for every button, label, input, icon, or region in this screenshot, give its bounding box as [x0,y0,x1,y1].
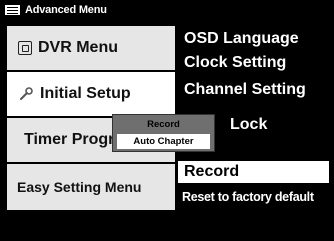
window-title: Advanced Menu [25,4,107,16]
popup-item-auto-chapter[interactable]: Auto Chapter [117,134,210,149]
right-menu-item-channel-setting[interactable]: Channel Setting [178,79,329,101]
right-menu-item-osd-language[interactable]: OSD Language [178,28,329,50]
left-menu-item-initial-setup[interactable]: Initial Setup [7,72,175,117]
right-menu-item-record[interactable]: Record [178,161,329,183]
dvr-icon [18,41,32,55]
left-menu-item-label: Easy Setting Menu [17,179,142,195]
record-popup: Record Auto Chapter [112,114,215,152]
left-menu-item-label: DVR Menu [38,39,118,56]
left-menu-item-label: Initial Setup [40,85,131,102]
left-menu-item-easy-setting[interactable]: Easy Setting Menu [7,164,175,210]
bottom-bar [0,214,334,241]
wrench-icon [18,86,34,102]
title-bar: Advanced Menu [0,0,334,20]
right-menu-item-clock-setting[interactable]: Clock Setting [178,52,329,74]
left-menu-item-dvr[interactable]: DVR Menu [7,26,175,71]
popup-item-record[interactable]: Record [117,117,210,132]
right-menu-item-reset-factory[interactable]: Reset to factory default [178,186,329,208]
menu-icon [5,5,20,15]
